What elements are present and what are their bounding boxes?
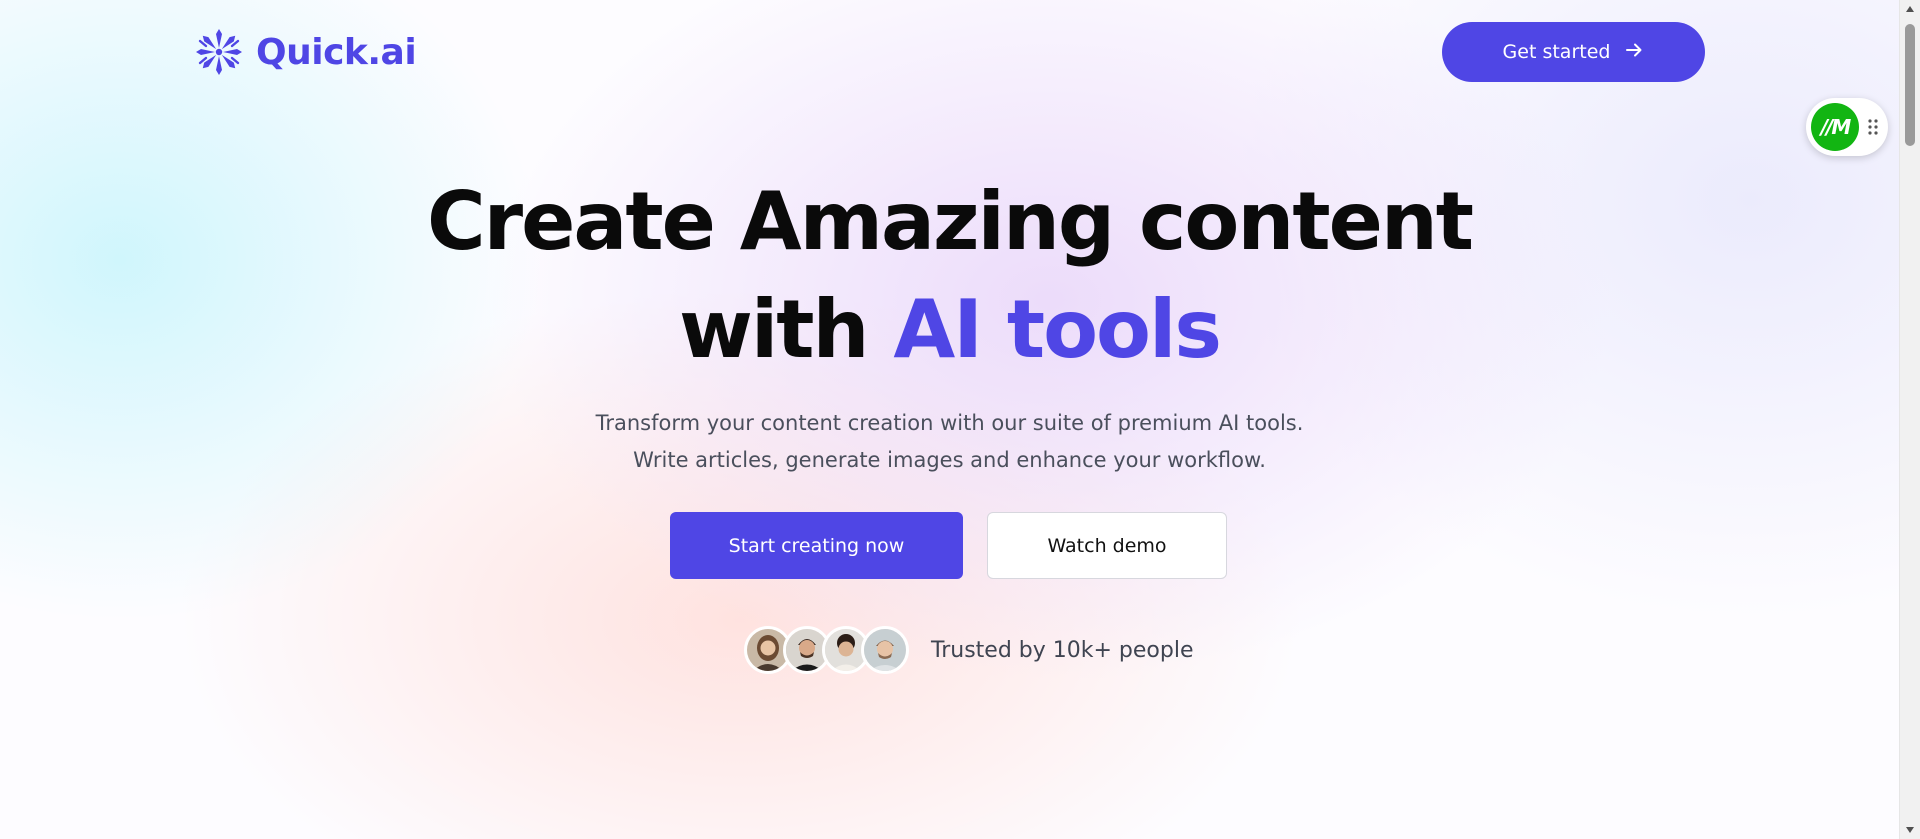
hero-subtitle-line1: Transform your content creation with our… [595, 411, 1304, 435]
hero-subtitle-line2: Write articles, generate images and enha… [633, 448, 1266, 472]
snowflake-logo-icon [192, 28, 246, 76]
arrow-right-icon [1624, 40, 1644, 65]
drag-handle-icon[interactable] [1867, 117, 1879, 137]
hero-title-accent: AI tools [893, 283, 1222, 376]
get-started-button[interactable]: Get started [1442, 22, 1705, 82]
avatar [861, 626, 909, 674]
trusted-text: Trusted by 10k+ people [931, 637, 1194, 663]
hero-title-line1: Create Amazing content [426, 175, 1474, 268]
hero-subtitle: Transform your content creation with our… [0, 405, 1899, 479]
social-proof: Trusted by 10k+ people [744, 626, 1194, 674]
vertical-scrollbar[interactable] [1899, 0, 1920, 839]
watch-demo-button[interactable]: Watch demo [987, 512, 1227, 579]
hero-title-line2-prefix: with [678, 283, 894, 376]
extension-logo-icon[interactable]: //M [1811, 103, 1859, 151]
get-started-label: Get started [1502, 41, 1611, 63]
hero-title: Create Amazing content with AI tools [0, 168, 1899, 384]
brand-name: Quick.ai [256, 31, 417, 73]
extension-widget[interactable]: //M [1806, 98, 1888, 156]
scroll-down-arrow-icon[interactable] [1900, 821, 1920, 839]
brand-logo[interactable]: Quick.ai [192, 28, 417, 76]
scroll-up-arrow-icon[interactable] [1900, 0, 1920, 18]
landing-page: Quick.ai Get started Create Amazing cont… [0, 0, 1899, 839]
start-creating-button[interactable]: Start creating now [670, 512, 963, 579]
scrollbar-thumb[interactable] [1905, 24, 1915, 146]
avatar-group [744, 626, 909, 674]
